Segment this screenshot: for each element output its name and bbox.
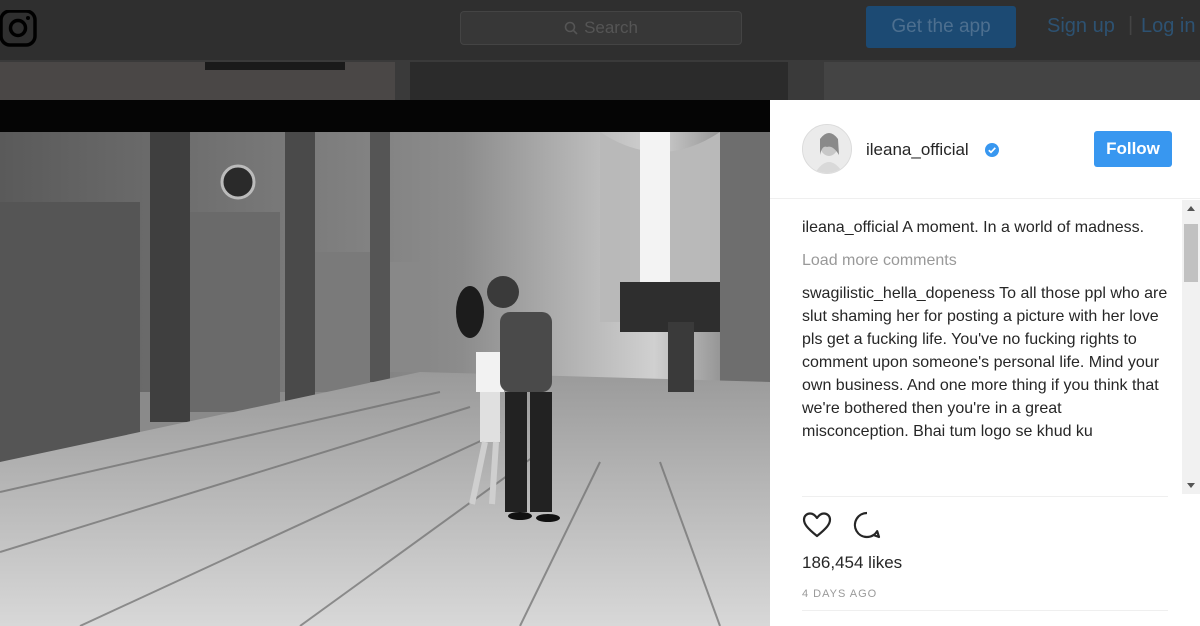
nav-separator: | <box>1128 14 1134 36</box>
search-input[interactable]: Search <box>460 11 742 45</box>
likes-count[interactable]: 186,454 likes <box>802 553 902 573</box>
scroll-down-arrow-icon[interactable] <box>1187 483 1195 488</box>
scroll-up-arrow-icon[interactable] <box>1187 206 1195 211</box>
background-post-tile[interactable] <box>824 62 1200 102</box>
log-in-link[interactable]: Log in <box>1141 15 1196 38</box>
post-photo[interactable] <box>0 132 770 626</box>
comment-username[interactable]: swagilistic_hella_dopeness <box>802 285 995 302</box>
follow-button[interactable]: Follow <box>1094 131 1172 167</box>
search-placeholder: Search <box>584 18 638 37</box>
divider <box>802 610 1168 611</box>
instagram-logo-icon[interactable] <box>0 10 38 48</box>
caption-username[interactable]: ileana_official <box>802 219 899 236</box>
background-post-tile[interactable] <box>410 62 788 102</box>
top-navigation-bar: Search Get the app Sign up | Log in <box>0 0 1200 60</box>
comments-list: ileana_official A moment. In a world of … <box>802 216 1170 494</box>
avatar-portrait <box>803 125 851 173</box>
get-the-app-button[interactable]: Get the app <box>866 6 1016 48</box>
caption-text: A moment. In a world of madness. <box>902 219 1145 236</box>
load-more-comments-link[interactable]: Load more comments <box>802 249 1170 272</box>
search-icon <box>564 21 578 35</box>
caption: ileana_official A moment. In a world of … <box>802 216 1170 239</box>
post-photo-illustration <box>0 132 770 626</box>
comments-scrollbar[interactable] <box>1182 200 1200 494</box>
comment-item: swagilistic_hella_dopeness To all those … <box>802 282 1170 443</box>
post-author-username[interactable]: ileana_official <box>866 140 969 160</box>
heart-icon[interactable] <box>802 510 832 540</box>
post-timestamp[interactable]: 4 DAYS AGO <box>802 588 877 600</box>
sign-up-link[interactable]: Sign up <box>1047 15 1115 38</box>
scrollbar-thumb[interactable] <box>1184 224 1198 282</box>
modal-letterbox <box>0 100 770 132</box>
verified-badge-icon <box>985 143 999 157</box>
divider <box>802 496 1168 497</box>
background-post-tile[interactable] <box>0 62 395 102</box>
comment-icon[interactable] <box>852 510 882 540</box>
comment-text: To all those ppl who are slut shaming he… <box>802 285 1168 440</box>
post-header: ileana_official Follow <box>770 100 1200 199</box>
post-detail-panel: ileana_official Follow ileana_official A… <box>770 100 1200 626</box>
avatar[interactable] <box>802 124 852 174</box>
